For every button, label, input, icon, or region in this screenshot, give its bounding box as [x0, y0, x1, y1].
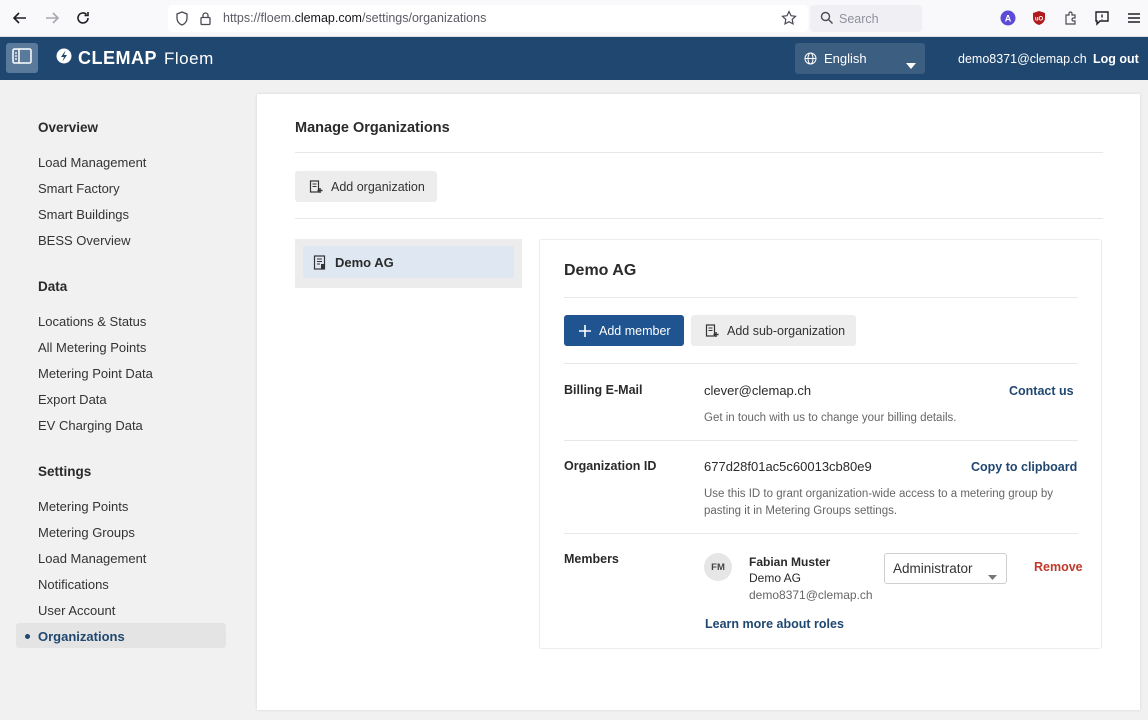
- contact-us-link[interactable]: Contact us: [1009, 384, 1074, 398]
- forward-icon[interactable]: [40, 6, 64, 30]
- back-icon[interactable]: [8, 6, 32, 30]
- copy-to-clipboard-link[interactable]: Copy to clipboard: [971, 460, 1077, 474]
- lock-icon[interactable]: [199, 11, 212, 31]
- toolbar-divider: [295, 218, 1103, 219]
- billing-divider: [564, 440, 1078, 441]
- organization-detail-title: Demo AG: [564, 262, 637, 279]
- sidebar-item-user-account[interactable]: User Account: [38, 603, 115, 618]
- sidebar-heading-settings: Settings: [38, 464, 92, 479]
- sidebar-heading-data: Data: [38, 279, 68, 294]
- sidebar-item-organizations[interactable]: Organizations: [16, 623, 226, 648]
- organization-icon: [313, 254, 327, 270]
- sidebar-item-ev-charging-data[interactable]: EV Charging Data: [38, 418, 143, 433]
- sidebar: Overview Load Management Smart Factory S…: [0, 80, 244, 720]
- add-sub-organization-button[interactable]: Add sub-organization: [691, 315, 856, 346]
- menu-icon[interactable]: [1125, 9, 1143, 27]
- add-organization-button[interactable]: Add organization: [295, 171, 437, 202]
- learn-more-roles-link[interactable]: Learn more about roles: [705, 617, 844, 631]
- url-text: https://floem.clemap.com/settings/organi…: [223, 11, 487, 25]
- globe-icon: [804, 52, 817, 70]
- detail-title-divider: [564, 297, 1078, 298]
- avatar: FM: [704, 553, 732, 581]
- sidebar-item-locations-status[interactable]: Locations & Status: [38, 314, 146, 329]
- actions-divider: [564, 363, 1078, 364]
- page-title: Manage Organizations: [295, 120, 450, 136]
- svg-text:uO: uO: [1035, 17, 1044, 23]
- language-value: English: [824, 51, 867, 66]
- brand-product: Floem: [164, 48, 214, 68]
- app-header: CLEMAP Floem English demo8371@clemap.ch …: [0, 37, 1148, 80]
- bookmark-star-icon[interactable]: [781, 10, 797, 31]
- user-email: demo8371@clemap.ch: [958, 52, 1087, 66]
- member-email: demo8371@clemap.ch: [749, 588, 873, 602]
- active-indicator-dot: [25, 634, 30, 639]
- extensions-puzzle-icon[interactable]: [1062, 9, 1080, 27]
- add-member-button[interactable]: Add member: [564, 315, 684, 346]
- plus-icon: [579, 324, 591, 337]
- sidebar-panel-icon: [12, 47, 32, 69]
- logout-link[interactable]: Log out: [1093, 52, 1139, 66]
- sidebar-item-load-management-settings[interactable]: Load Management: [38, 551, 146, 566]
- billing-description: Get in touch with us to change your bill…: [704, 412, 957, 424]
- ublock-icon[interactable]: uO: [1030, 9, 1048, 27]
- sidebar-item-smart-factory[interactable]: Smart Factory: [38, 181, 120, 196]
- sidebar-item-export-data[interactable]: Export Data: [38, 392, 107, 407]
- billing-email-value: clever@clemap.ch: [704, 383, 812, 398]
- browser-search-box[interactable]: Search: [810, 5, 922, 32]
- title-divider: [295, 152, 1103, 153]
- add-sub-organization-icon: [705, 323, 719, 338]
- organization-id-label: Organization ID: [564, 459, 657, 473]
- brand-name: CLEMAP: [78, 48, 157, 68]
- member-organization: Demo AG: [749, 571, 802, 585]
- main-card: Manage Organizations Add organization De…: [257, 94, 1140, 710]
- organization-id-description-line-1: Use this ID to grant organization-wide a…: [704, 488, 1054, 500]
- chevron-down-icon: [988, 567, 997, 585]
- sidebar-item-notifications[interactable]: Notifications: [38, 577, 109, 592]
- clemap-logo-icon: [56, 48, 72, 69]
- add-member-label: Add member: [599, 323, 671, 338]
- member-role-select[interactable]: Administrator: [884, 553, 1007, 584]
- remove-member-link[interactable]: Remove: [1034, 560, 1083, 574]
- sidebar-item-metering-groups[interactable]: Metering Groups: [38, 525, 135, 540]
- member-name: Fabian Muster: [749, 555, 831, 569]
- reload-icon[interactable]: [71, 6, 95, 30]
- org-id-divider: [564, 533, 1078, 534]
- account-avatar-icon[interactable]: A: [999, 9, 1017, 27]
- organization-id-description-line-2: pasting it in Metering Groups settings.: [704, 505, 898, 517]
- sidebar-item-metering-point-data[interactable]: Metering Point Data: [38, 366, 153, 381]
- organization-name: Demo AG: [335, 254, 394, 270]
- sidebar-item-metering-points[interactable]: Metering Points: [38, 499, 128, 514]
- add-organization-label: Add organization: [331, 179, 425, 194]
- address-bar[interactable]: https://floem.clemap.com/settings/organi…: [168, 5, 808, 32]
- shield-icon[interactable]: [175, 11, 189, 31]
- add-sub-organization-label: Add sub-organization: [727, 323, 846, 338]
- search-placeholder: Search: [839, 12, 879, 26]
- svg-text:A: A: [1005, 14, 1012, 24]
- search-icon: [820, 11, 834, 30]
- members-label: Members: [564, 552, 619, 566]
- organization-list: Demo AG: [295, 239, 522, 288]
- billing-email-label: Billing E-Mail: [564, 383, 643, 397]
- add-organization-icon: [309, 179, 323, 194]
- chevron-down-icon: [906, 56, 916, 74]
- brand-logo[interactable]: CLEMAP Floem: [56, 48, 214, 69]
- organization-list-item[interactable]: Demo AG: [303, 246, 514, 278]
- language-select[interactable]: English: [795, 43, 925, 74]
- organization-id-value: 677d28f01ac5c60013cb80e9: [704, 459, 872, 474]
- browser-toolbar: https://floem.clemap.com/settings/organi…: [0, 0, 1148, 37]
- organization-detail-panel: Demo AG Add member Add sub-organization …: [539, 239, 1102, 649]
- feedback-chat-icon[interactable]: [1093, 9, 1111, 27]
- sidebar-item-all-metering-points[interactable]: All Metering Points: [38, 340, 146, 355]
- sidebar-item-bess-overview[interactable]: BESS Overview: [38, 233, 130, 248]
- sidebar-item-smart-buildings[interactable]: Smart Buildings: [38, 207, 129, 222]
- sidebar-item-label: Organizations: [38, 629, 125, 644]
- member-role-value: Administrator: [893, 561, 973, 576]
- sidebar-item-load-management[interactable]: Load Management: [38, 155, 146, 170]
- sidebar-toggle-button[interactable]: [6, 43, 38, 73]
- sidebar-heading-overview: Overview: [38, 120, 99, 135]
